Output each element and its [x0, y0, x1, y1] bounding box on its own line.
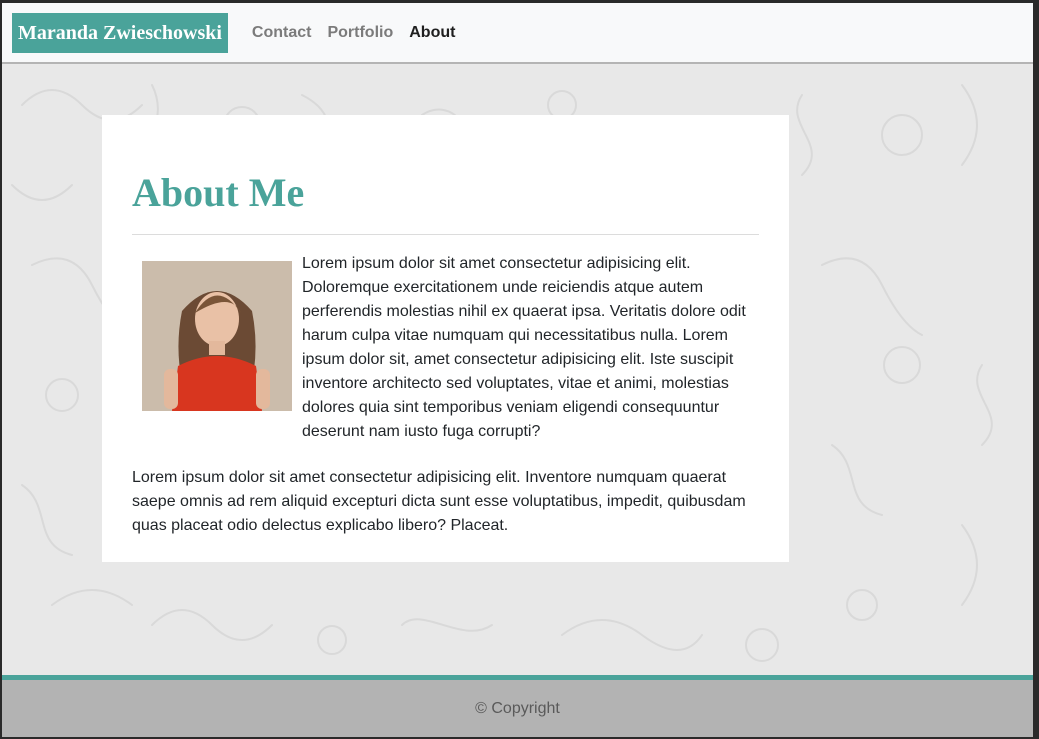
about-paragraph-2: Lorem ipsum dolor sit amet consectetur a…: [132, 469, 746, 534]
browser-window: Maranda Zwieschowski Contact Portfolio A…: [2, 3, 1033, 737]
nav-links: Contact Portfolio About: [244, 24, 464, 42]
brand-logo-link[interactable]: Maranda Zwieschowski: [12, 12, 228, 53]
profile-photo-graphic: [142, 261, 292, 411]
top-navbar: Maranda Zwieschowski Contact Portfolio A…: [2, 3, 1033, 64]
about-card: About Me Lorem ipsum dolor sit amet cons…: [102, 115, 789, 562]
about-row: Lorem ipsum dolor sit amet consectetur a…: [132, 252, 759, 444]
nav-link-contact[interactable]: Contact: [244, 24, 320, 42]
title-divider: [132, 234, 759, 235]
about-paragraph-1: Lorem ipsum dolor sit amet consectetur a…: [302, 255, 746, 440]
profile-photo: [142, 261, 292, 411]
page-title: About Me: [132, 170, 305, 215]
page-footer: © Copyright: [2, 675, 1033, 737]
nav-link-about[interactable]: About: [401, 24, 463, 42]
copyright-text: © Copyright: [475, 699, 560, 717]
nav-link-portfolio[interactable]: Portfolio: [319, 24, 401, 42]
